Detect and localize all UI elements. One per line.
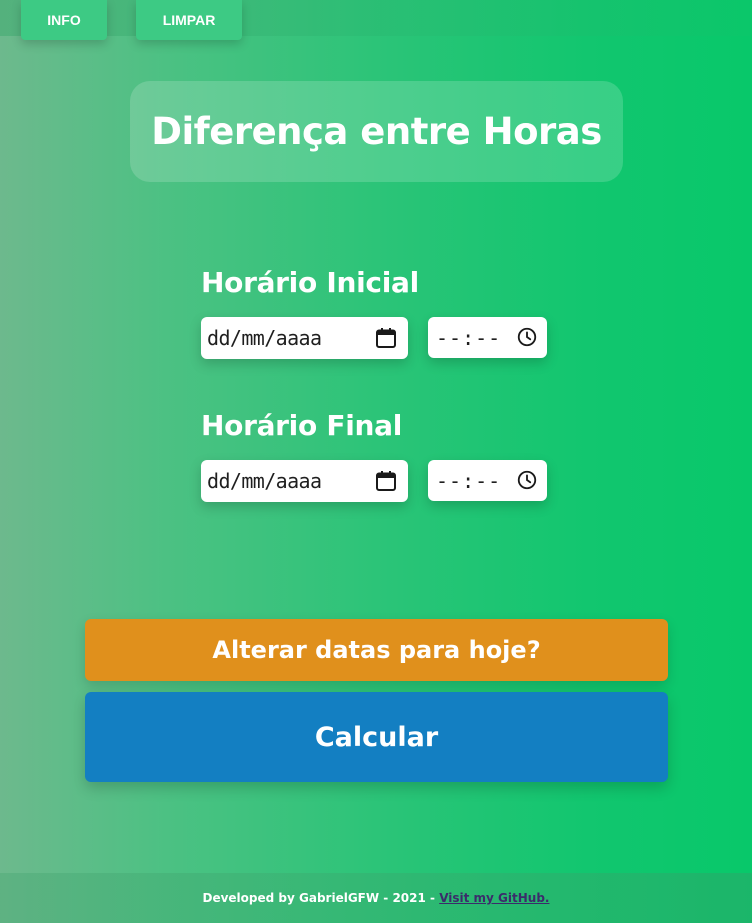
page-title: Diferença entre Horas — [151, 110, 602, 153]
final-date-input[interactable]: dd/mm/aaaa — [201, 460, 408, 502]
footer: Developed by GabrielGFW - 2021 - Visit m… — [0, 873, 752, 923]
clock-icon[interactable] — [516, 326, 538, 348]
calendar-icon[interactable] — [373, 468, 399, 494]
initial-date-placeholder: dd/mm/aaaa — [207, 326, 322, 350]
info-button[interactable]: INFO — [21, 0, 107, 40]
calculate-button[interactable]: Calcular — [85, 692, 668, 782]
initial-time-placeholder: --:-- — [436, 325, 502, 350]
final-time-input[interactable]: --:-- — [428, 460, 547, 501]
clear-button[interactable]: LIMPAR — [136, 0, 242, 40]
github-link[interactable]: Visit my GitHub. — [439, 891, 549, 905]
final-time-label: Horário Final — [201, 409, 403, 442]
initial-date-input[interactable]: dd/mm/aaaa — [201, 317, 408, 359]
final-time-placeholder: --:-- — [436, 468, 502, 493]
initial-time-label: Horário Inicial — [201, 266, 419, 299]
initial-time-input[interactable]: --:-- — [428, 317, 547, 358]
title-card: Diferença entre Horas — [130, 81, 623, 182]
footer-credit: Developed by GabrielGFW - 2021 - — [202, 891, 436, 905]
final-date-placeholder: dd/mm/aaaa — [207, 469, 322, 493]
clock-icon[interactable] — [516, 469, 538, 491]
top-bar — [0, 0, 752, 36]
calendar-icon[interactable] — [373, 325, 399, 351]
set-today-button[interactable]: Alterar datas para hoje? — [85, 619, 668, 681]
